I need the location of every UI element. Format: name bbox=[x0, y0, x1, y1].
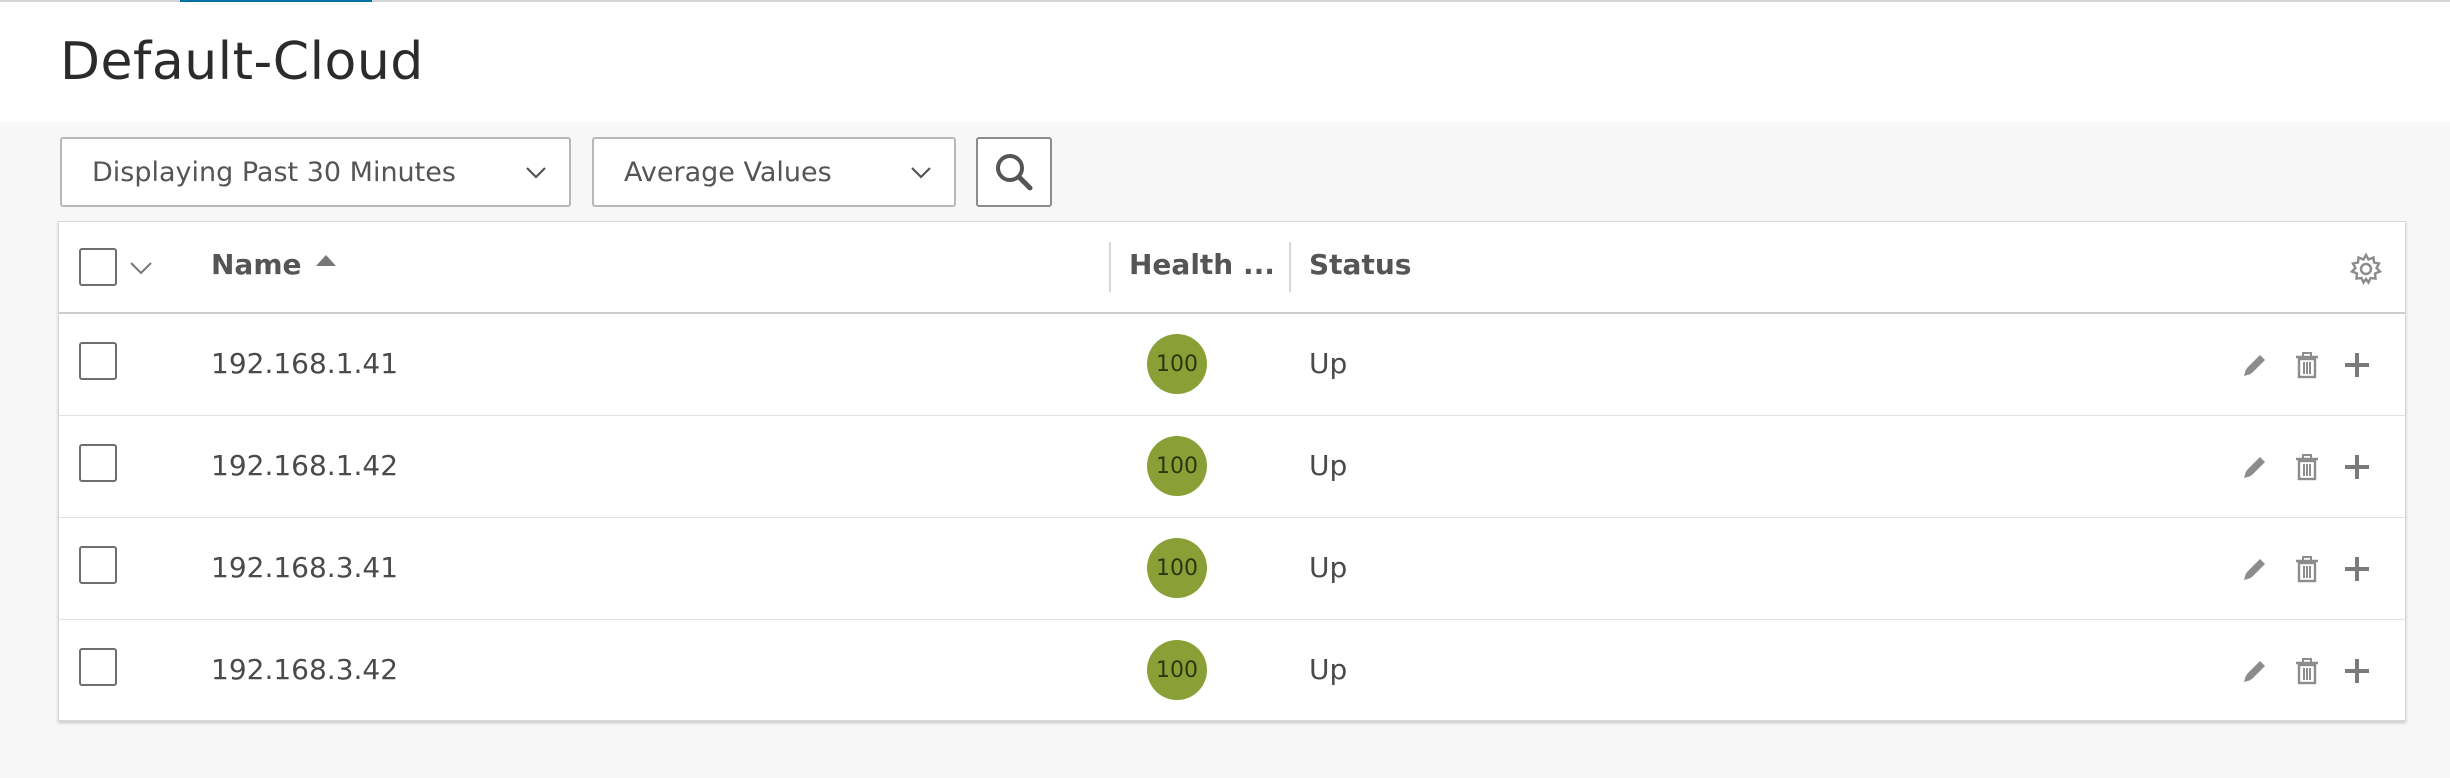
status-text: Up bbox=[1309, 653, 1348, 686]
health-column-header[interactable]: Health ... bbox=[1129, 248, 1275, 282]
row-checkbox[interactable] bbox=[79, 342, 117, 380]
row-checkbox[interactable] bbox=[79, 444, 117, 482]
status-text: Up bbox=[1309, 347, 1348, 380]
plus-icon bbox=[2345, 557, 2369, 581]
trash-icon bbox=[2296, 454, 2318, 481]
edit-button[interactable] bbox=[2239, 451, 2271, 483]
delete-button[interactable] bbox=[2291, 451, 2323, 483]
health-score-badge: 100 bbox=[1147, 538, 1207, 598]
trash-icon bbox=[2296, 352, 2318, 379]
server-name: 192.168.3.42 bbox=[211, 653, 399, 686]
caret-up-icon bbox=[316, 255, 336, 266]
health-score-badge: 100 bbox=[1147, 334, 1207, 394]
trash-icon bbox=[2296, 556, 2318, 583]
pencil-icon bbox=[2244, 559, 2265, 580]
pencil-icon bbox=[2244, 457, 2265, 478]
trash-icon bbox=[2296, 658, 2318, 685]
table-row: 192.168.3.42 100 Up bbox=[59, 620, 2405, 722]
chevron-down-icon[interactable] bbox=[129, 255, 153, 279]
value-mode-dropdown[interactable]: Average Values bbox=[592, 137, 956, 207]
delete-button[interactable] bbox=[2291, 655, 2323, 687]
table-row: 192.168.1.41 100 Up bbox=[59, 314, 2405, 416]
chevron-down-icon bbox=[526, 167, 546, 179]
plus-icon bbox=[2345, 455, 2369, 479]
server-name: 192.168.3.41 bbox=[211, 551, 399, 584]
add-button[interactable] bbox=[2341, 349, 2373, 381]
edit-button[interactable] bbox=[2239, 553, 2271, 585]
row-checkbox[interactable] bbox=[79, 546, 117, 584]
name-column-header[interactable]: Name bbox=[211, 248, 336, 282]
server-name: 192.168.1.42 bbox=[211, 449, 399, 482]
pencil-icon bbox=[2244, 661, 2265, 682]
plus-icon bbox=[2345, 659, 2369, 683]
page-header: Default-Cloud bbox=[0, 2, 2450, 122]
plus-icon bbox=[2345, 353, 2369, 377]
column-resize-handle[interactable] bbox=[1109, 242, 1111, 292]
search-button[interactable] bbox=[976, 137, 1052, 207]
add-button[interactable] bbox=[2341, 553, 2373, 585]
add-button[interactable] bbox=[2341, 451, 2373, 483]
value-mode-label: Average Values bbox=[624, 156, 832, 188]
status-text: Up bbox=[1309, 449, 1348, 482]
delete-button[interactable] bbox=[2291, 553, 2323, 585]
row-checkbox[interactable] bbox=[79, 648, 117, 686]
time-range-label: Displaying Past 30 Minutes bbox=[92, 156, 456, 188]
select-all-checkbox[interactable] bbox=[79, 248, 117, 286]
name-column-label: Name bbox=[211, 248, 302, 281]
server-grid: Name Health ... Status 192.168.1.41 100 … bbox=[58, 221, 2406, 721]
health-score-badge: 100 bbox=[1147, 640, 1207, 700]
grid-header: Name Health ... Status bbox=[59, 222, 2405, 314]
column-resize-handle[interactable] bbox=[1289, 242, 1291, 292]
status-column-header[interactable]: Status bbox=[1309, 248, 1411, 282]
search-icon bbox=[996, 154, 1033, 191]
time-range-dropdown[interactable]: Displaying Past 30 Minutes bbox=[60, 137, 571, 207]
page-title: Default-Cloud bbox=[60, 32, 424, 92]
pencil-icon bbox=[2244, 355, 2265, 376]
delete-button[interactable] bbox=[2291, 349, 2323, 381]
table-row: 192.168.3.41 100 Up bbox=[59, 518, 2405, 620]
edit-button[interactable] bbox=[2239, 655, 2271, 687]
server-name: 192.168.1.41 bbox=[211, 347, 399, 380]
chevron-down-icon bbox=[911, 167, 931, 179]
gear-icon[interactable] bbox=[2349, 252, 2383, 286]
add-button[interactable] bbox=[2341, 655, 2373, 687]
status-text: Up bbox=[1309, 551, 1348, 584]
edit-button[interactable] bbox=[2239, 349, 2271, 381]
table-row: 192.168.1.42 100 Up bbox=[59, 416, 2405, 518]
health-score-badge: 100 bbox=[1147, 436, 1207, 496]
